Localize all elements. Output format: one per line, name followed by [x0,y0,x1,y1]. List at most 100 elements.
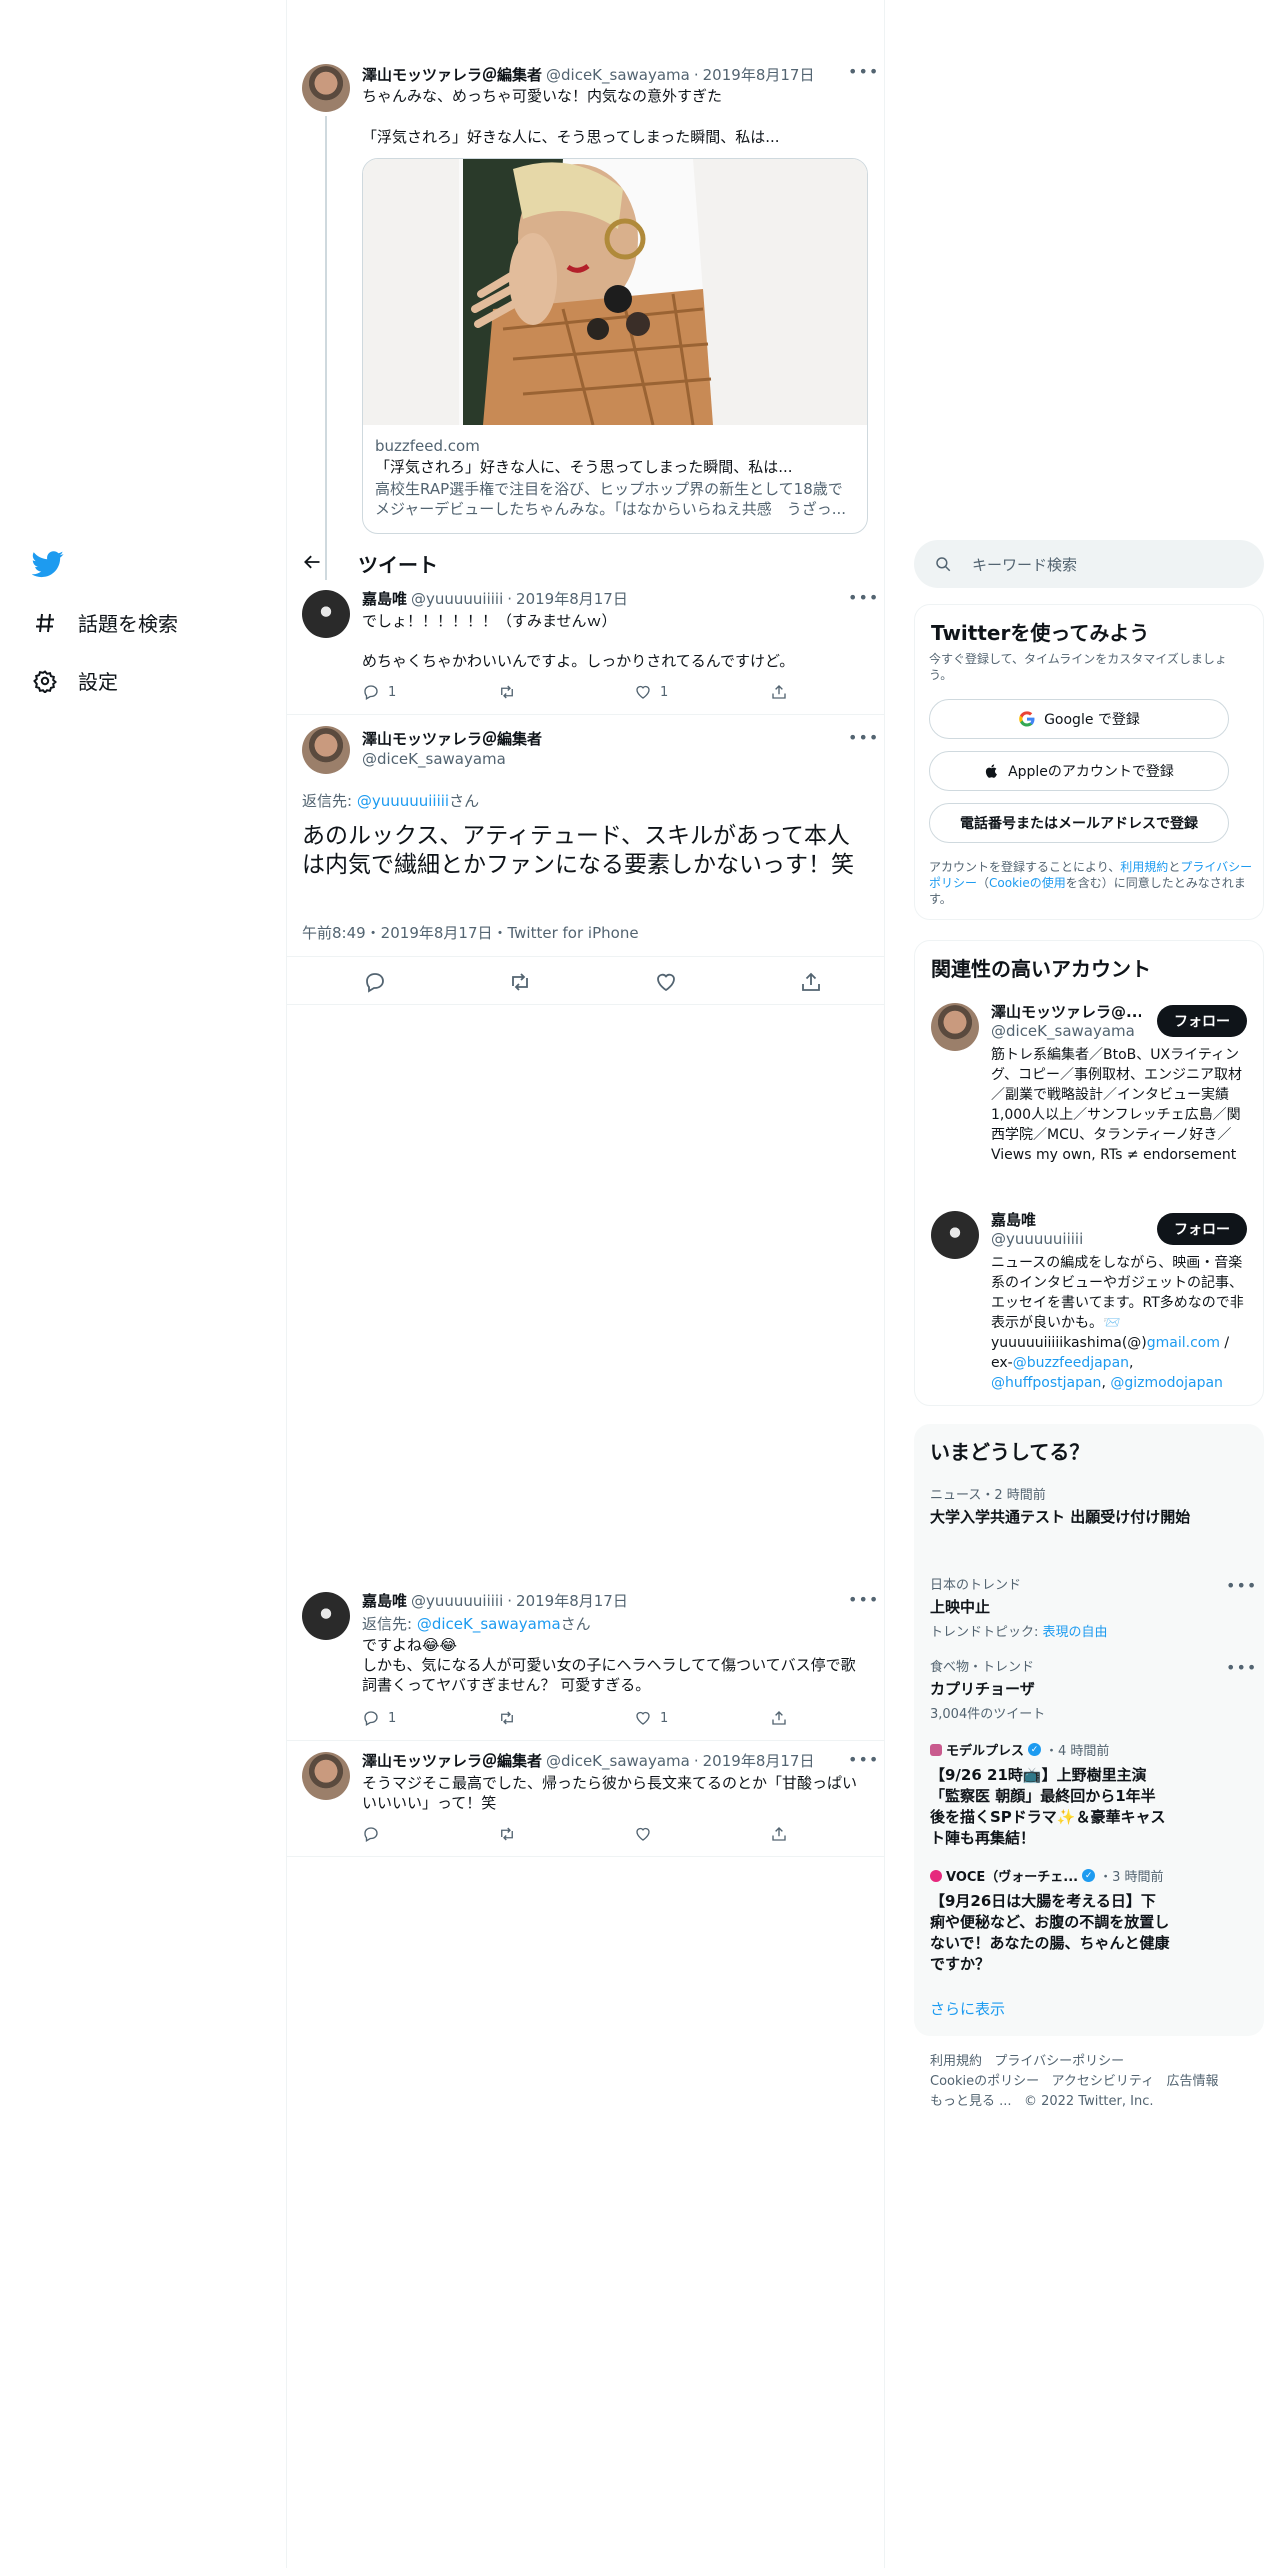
account-bio: 筋トレ系編集者／BtoB、UXライティング、コピー／事例取材、エンジニア取材／副… [991,1047,1243,1163]
share-icon[interactable] [799,970,823,994]
tweet-header: 澤山モッツァレラ＠編集者 @diceK_sawayama · 2019年8月17… [362,1750,815,1771]
more-icon[interactable]: ••• [1226,1658,1257,1677]
account-name[interactable]: 嘉島唯 [991,1209,1036,1230]
tweet-date[interactable]: 2019年8月17日 [703,1750,815,1771]
reply-to-handle[interactable]: @yuuuuuiiiii [357,792,449,810]
share-button[interactable] [770,683,906,701]
footer-link[interactable]: プライバシーポリシー [994,2054,1124,2069]
avatar[interactable] [302,1592,350,1640]
news-item[interactable]: モデルプレス ✓ ・4 時間前 【9/26 21時📺】上野樹里主演「監察医 朝顔… [930,1740,1170,1849]
show-more-link[interactable]: さらに表示 [930,1998,1005,2019]
footer-link[interactable]: アクセシビリティ [1052,2074,1155,2089]
footer-link[interactable]: Cookieのポリシー [930,2074,1039,2089]
google-signup-button[interactable]: Google で登録 [929,699,1229,739]
author-handle[interactable]: @yuuuuuiiiii [411,1592,503,1610]
account-name[interactable]: 澤山モッツァレラ@... [991,1001,1141,1022]
reply-icon[interactable] [363,970,387,994]
back-arrow-icon[interactable] [302,552,322,572]
divider [286,1004,884,1005]
link-card[interactable]: buzzfeed.com 「浮気されろ」好きな人に、そう思ってしまった瞬間、私は… [362,158,868,534]
follow-button[interactable]: フォロー [1157,1213,1247,1245]
footer-more-link[interactable]: もっと見る ... [930,2094,1012,2109]
like-button[interactable]: 1 [634,683,770,701]
author-name[interactable]: 澤山モッツァレラ＠編集者 [362,1750,542,1771]
more-icon[interactable]: ••• [848,1590,879,1609]
source-logo-icon [930,1869,942,1882]
avatar[interactable] [302,64,350,112]
author-name[interactable]: 澤山モッツァレラ＠編集者 [362,64,542,85]
avatar[interactable] [302,590,350,638]
author-handle[interactable]: @diceK_sawayama [546,1752,690,1770]
tweet-text: そうマジそこ最高でした、帰ったら彼から長文来てるのとか「甘酸っぱいいいいい」って… [362,1774,858,1812]
author-name[interactable]: 澤山モッツァレラ＠編集者 [362,728,542,749]
nav-settings[interactable]: 設定 [32,666,118,695]
trend-item[interactable]: 食べ物・トレンド カプリチョーザ 3,004件のツイート [930,1656,1230,1722]
avatar[interactable] [931,1003,979,1051]
account-handle[interactable]: @diceK_sawayama [991,1022,1135,1040]
author-name[interactable]: 嘉島唯 [362,588,407,609]
retweet-button[interactable] [498,1709,634,1727]
heart-icon[interactable] [654,970,678,994]
more-icon[interactable]: ••• [848,588,879,607]
footer-link[interactable]: 広告情報 [1167,2074,1219,2089]
signup-terms: アカウントを登録することにより、利用規約とプライバシーポリシー（Cookieの使… [929,860,1253,906]
terms-link[interactable]: 利用規約 [1120,860,1168,874]
card-domain: buzzfeed.com [375,437,480,455]
avatar[interactable] [931,1211,979,1259]
retweet-button[interactable] [498,683,634,701]
share-button[interactable] [770,1825,906,1843]
retweet-icon[interactable] [508,970,532,994]
tweet-actions: 1 1 [362,683,906,701]
more-icon[interactable]: ••• [848,1750,879,1769]
divider [286,1740,884,1741]
avatar[interactable] [302,726,350,774]
avatar[interactable] [302,1752,350,1800]
thread-line [325,116,327,580]
footer-link[interactable]: 利用規約 [930,2054,982,2069]
news-item[interactable]: VOCE（ヴォーチェ... ✓ ・3 時間前 【9月26日は大腸を考える日】下痢… [930,1866,1170,1975]
divider [286,714,884,715]
tweet-date[interactable]: 2019年8月17日 [516,1590,628,1611]
nav-explore[interactable]: 話題を検索 [32,608,178,637]
signup-panel: Twitterを使ってみよう 今すぐ登録して、タイムラインをカスタマイズしましょ… [914,604,1264,920]
author-handle[interactable]: @yuuuuuiiiii [411,590,503,608]
like-button[interactable]: 1 [634,1709,770,1727]
tweet-actions: 1 1 [362,1709,906,1727]
trend-item[interactable]: 日本のトレンド 上映中止 トレンドトピック: 表現の自由 [930,1574,1230,1640]
tweet-actions [362,1825,906,1843]
more-icon[interactable]: ••• [848,728,879,747]
reply-to-line: 返信先: @diceK_sawayamaさん [362,1615,591,1633]
search-input[interactable]: キーワード検索 [972,554,1077,575]
follow-button[interactable]: フォロー [1157,1005,1247,1037]
share-button[interactable] [770,1709,906,1727]
retweet-icon [501,1827,513,1841]
retweet-button[interactable] [498,1825,634,1843]
tweet-date[interactable]: 2019年8月17日 [703,64,815,85]
account-handle[interactable]: @yuuuuuiiiii [991,1230,1083,1248]
trend-item[interactable]: ニュース・2 時間前 大学入学共通テスト 出願受け付け開始 [930,1484,1230,1527]
heart-icon [636,1827,650,1841]
reply-to-handle[interactable]: @diceK_sawayama [417,1615,561,1633]
more-icon[interactable]: ••• [1226,1576,1257,1595]
author-handle[interactable]: @diceK_sawayama [362,750,506,768]
author-handle[interactable]: @diceK_sawayama [546,66,690,84]
tweet-date[interactable]: 2019年8月17日 [516,588,628,609]
reply-button[interactable]: 1 [362,683,498,701]
tweet-text: でしょ！！！！！！（すみませんｗ） めちゃくちゃかわいいんですよ。しっかりされて… [362,612,795,670]
search-box[interactable]: キーワード検索 [914,540,1264,588]
timeline-right-border [884,0,885,2568]
like-button[interactable] [634,1825,770,1843]
footer: 利用規約 プライバシーポリシー Cookieのポリシー アクセシビリティ 広告情… [930,2052,1260,2112]
apple-signup-button[interactable]: Appleのアカウントで登録 [929,751,1229,791]
cookie-link[interactable]: Cookieの使用 [989,876,1066,890]
tweet-timestamp[interactable]: 午前8:49・2019年8月17日・Twitter for iPhone [302,922,639,943]
share-icon [772,1711,786,1725]
trends-panel: いまどうしてる？ ニュース・2 時間前 大学入学共通テスト 出願受け付け開始 日… [914,1424,1264,2036]
card-description: 高校生RAP選手権で注目を浴び、ヒップホップ界の新生として18歳でメジャーデビュ… [375,480,847,518]
more-icon[interactable]: ••• [848,62,879,81]
phone-email-signup-button[interactable]: 電話番号またはメールアドレスで登録 [929,803,1229,843]
reply-button[interactable] [362,1825,498,1843]
author-name[interactable]: 嘉島唯 [362,1590,407,1611]
reply-button[interactable]: 1 [362,1709,498,1727]
twitter-bird-icon[interactable] [31,548,64,580]
